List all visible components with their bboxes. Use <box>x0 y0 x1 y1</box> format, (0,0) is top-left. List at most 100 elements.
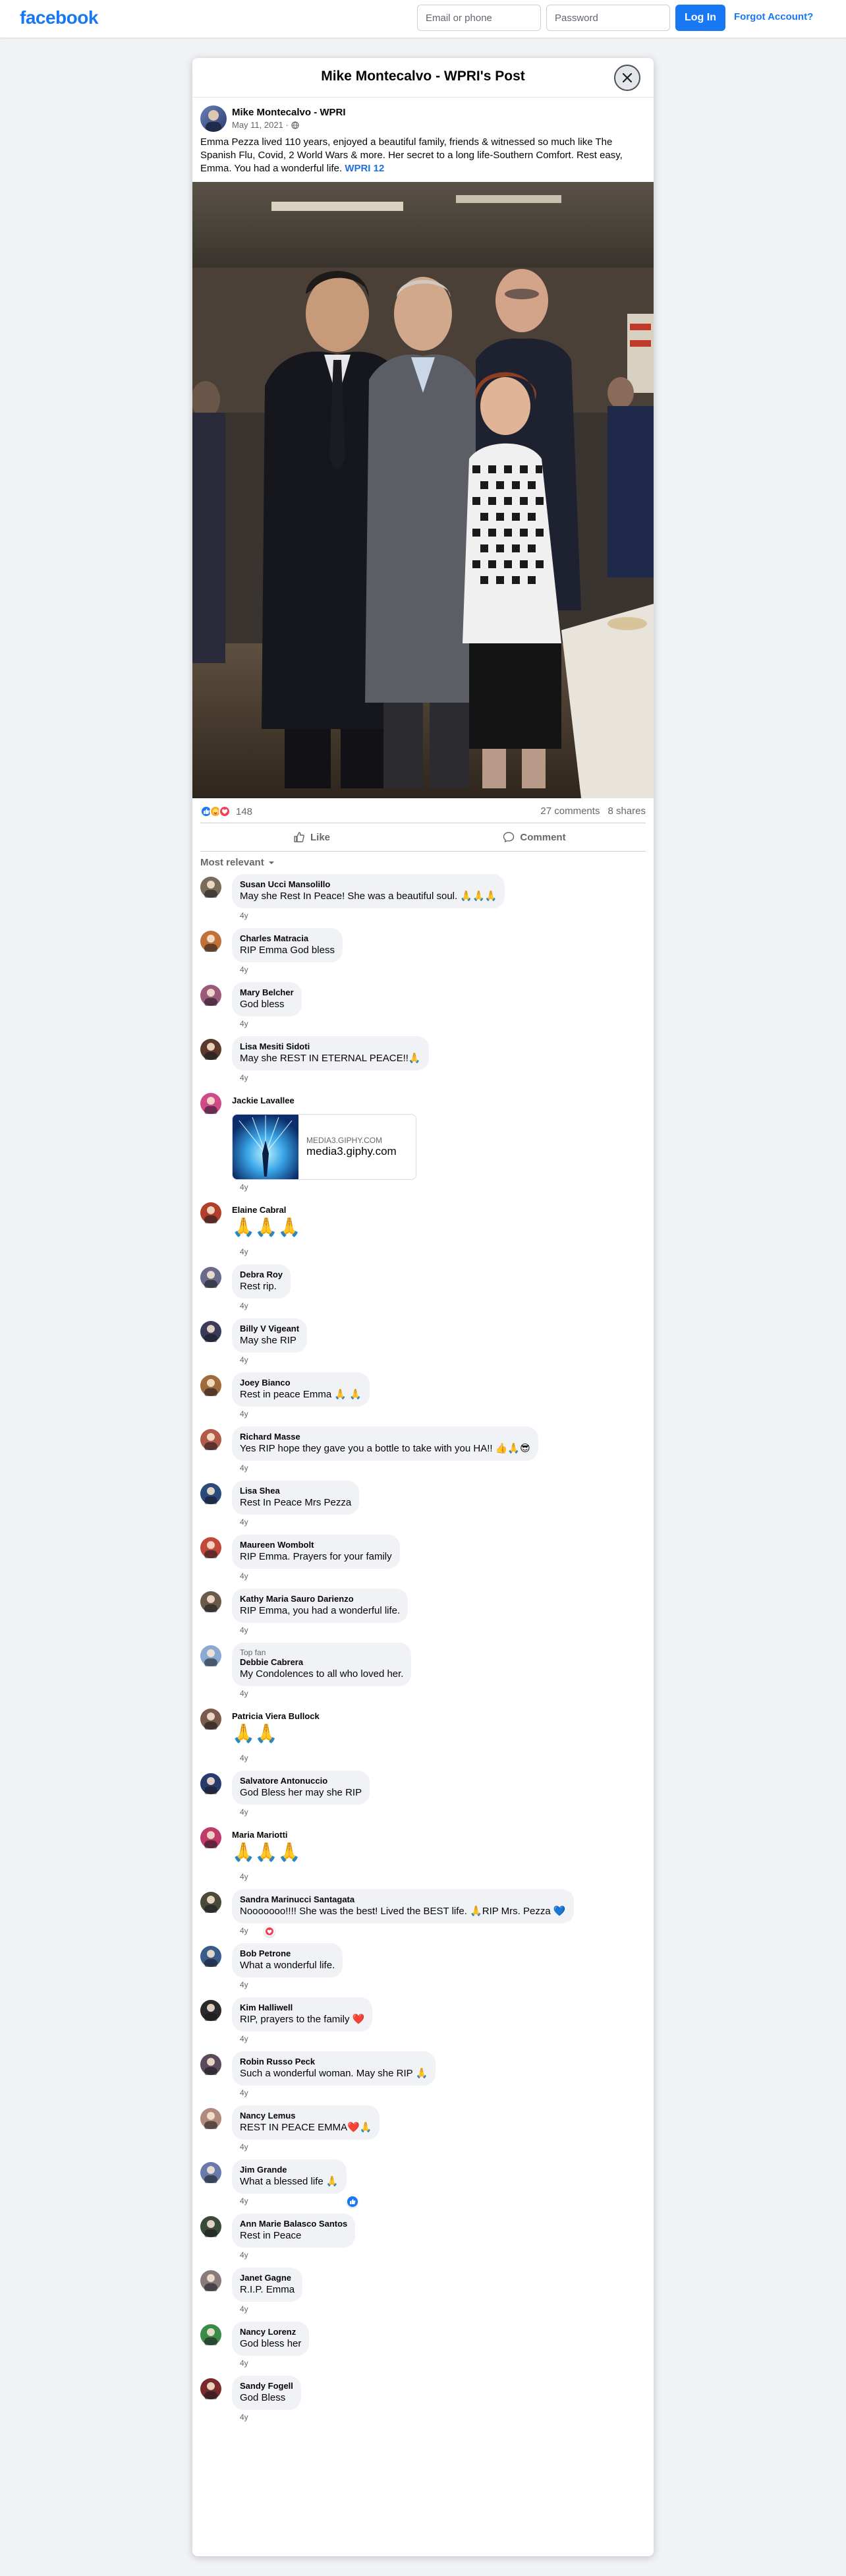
comment-timestamp[interactable]: 4y <box>240 2196 248 2206</box>
comment-timestamp[interactable]: 4y <box>240 1019 248 1028</box>
shares-count[interactable]: 8 shares <box>607 805 646 817</box>
commenter-avatar[interactable] <box>200 1267 221 1289</box>
commenter-avatar[interactable] <box>200 2216 221 2239</box>
commenter-avatar[interactable] <box>200 2054 221 2076</box>
comment-timestamp[interactable]: 4y <box>240 1517 248 1527</box>
like-reaction-icon[interactable] <box>347 2196 358 2207</box>
commenter-name[interactable]: Joey Bianco <box>240 1378 362 1388</box>
commenter-name[interactable]: Robin Russo Peck <box>240 2057 428 2067</box>
commenter-name[interactable]: Patricia Viera Bullock <box>232 1711 320 1722</box>
comment-timestamp[interactable]: 4y <box>240 1807 248 1817</box>
comment-timestamp[interactable]: 4y <box>240 1183 248 1192</box>
comment-timestamp[interactable]: 4y <box>240 911 248 920</box>
commenter-avatar[interactable] <box>200 931 221 953</box>
post-photo[interactable] <box>192 182 654 798</box>
commenter-avatar[interactable] <box>200 1645 221 1668</box>
commenter-name[interactable]: Debbie Cabrera <box>240 1657 403 1668</box>
commenter-avatar[interactable] <box>200 2162 221 2184</box>
comment-timestamp[interactable]: 4y <box>240 2034 248 2043</box>
commenter-name[interactable]: Nancy Lemus <box>240 2111 372 2121</box>
commenter-name[interactable]: Charles Matracia <box>240 933 335 944</box>
commenter-name[interactable]: Jim Grande <box>240 2165 339 2175</box>
commenter-name[interactable]: Elaine Cabral <box>232 1205 301 1215</box>
commenter-name[interactable]: Kathy Maria Sauro Darienzo <box>240 1594 400 1604</box>
commenter-name[interactable]: Jackie Lavallee <box>232 1096 295 1106</box>
commenter-name[interactable]: Maria Mariotti <box>232 1830 301 1840</box>
comment-timestamp[interactable]: 4y <box>240 1872 248 1881</box>
comment-timestamp[interactable]: 4y <box>240 1355 248 1364</box>
commenter-name[interactable]: Nancy Lorenz <box>240 2327 301 2337</box>
comment-timestamp[interactable]: 4y <box>240 1247 248 1256</box>
commenter-avatar[interactable] <box>200 2324 221 2347</box>
comments-count[interactable]: 27 comments <box>540 805 600 817</box>
comment-timestamp[interactable]: 4y <box>240 1625 248 1635</box>
commenter-avatar[interactable] <box>200 1827 221 1850</box>
reactions-summary[interactable]: 148 <box>200 805 252 817</box>
comment-timestamp[interactable]: 4y <box>240 2142 248 2152</box>
facebook-logo[interactable]: facebook <box>20 7 98 28</box>
comment-timestamp[interactable]: 4y <box>240 1571 248 1581</box>
commenter-name[interactable]: Billy V Vigeant <box>240 1324 299 1334</box>
tagged-page-link[interactable]: WPRI 12 <box>345 163 384 174</box>
commenter-avatar[interactable] <box>200 2270 221 2293</box>
giphy-attachment[interactable]: MEDIA3.GIPHY.COM media3.giphy.com <box>232 1114 416 1180</box>
commenter-name[interactable]: Sandra Marinucci Santagata <box>240 1894 566 1905</box>
comment-timestamp[interactable]: 4y <box>240 965 248 974</box>
commenter-avatar[interactable] <box>200 1429 221 1451</box>
close-button[interactable] <box>614 65 640 91</box>
comment-timestamp[interactable]: 4y <box>240 1980 248 1989</box>
comment-timestamp[interactable]: 4y <box>240 1753 248 1763</box>
commenter-avatar[interactable] <box>200 2108 221 2130</box>
commenter-name[interactable]: Richard Masse <box>240 1432 530 1442</box>
commenter-avatar[interactable] <box>200 1537 221 1560</box>
post-author[interactable]: Mike Montecalvo - WPRI <box>232 107 346 118</box>
commenter-name[interactable]: Bob Petrone <box>240 1948 335 1959</box>
commenter-name[interactable]: Ann Marie Balasco Santos <box>240 2219 347 2229</box>
comment-button[interactable]: Comment <box>423 823 646 851</box>
commenter-name[interactable]: Lisa Shea <box>240 1486 351 1496</box>
commenter-avatar[interactable] <box>200 1483 221 1506</box>
commenter-name[interactable]: Kim Halliwell <box>240 2003 364 2013</box>
like-button[interactable]: Like <box>200 823 423 851</box>
author-avatar[interactable] <box>200 105 227 132</box>
commenter-name[interactable]: Salvatore Antonuccio <box>240 1776 362 1786</box>
comment-timestamp[interactable]: 4y <box>240 2088 248 2097</box>
email-field[interactable] <box>417 5 541 31</box>
commenter-name[interactable]: Maureen Wombolt <box>240 1540 392 1550</box>
commenter-name[interactable]: Debra Roy <box>240 1270 283 1280</box>
commenter-name[interactable]: Mary Belcher <box>240 987 294 998</box>
commenter-name[interactable]: Susan Ucci Mansolillo <box>240 879 497 890</box>
commenter-avatar[interactable] <box>200 1321 221 1343</box>
commenter-avatar[interactable] <box>200 1591 221 1614</box>
commenter-avatar[interactable] <box>200 985 221 1007</box>
commenter-name[interactable]: Sandy Fogell <box>240 2381 293 2391</box>
comment-timestamp[interactable]: 4y <box>240 2413 248 2422</box>
commenter-avatar[interactable] <box>200 1202 221 1225</box>
forgot-account-link[interactable]: Forgot Account? <box>734 11 813 22</box>
commenter-avatar[interactable] <box>200 1892 221 1914</box>
commenter-avatar[interactable] <box>200 1093 221 1115</box>
commenter-name[interactable]: Janet Gagne <box>240 2273 295 2283</box>
comment-timestamp[interactable]: 4y <box>240 1073 248 1082</box>
password-field[interactable] <box>546 5 670 31</box>
commenter-avatar[interactable] <box>200 1709 221 1731</box>
comment-timestamp[interactable]: 4y <box>240 1301 248 1310</box>
commenter-avatar[interactable] <box>200 877 221 899</box>
love-reaction-icon[interactable] <box>264 1926 275 1937</box>
commenter-avatar[interactable] <box>200 1773 221 1796</box>
comment-sort-dropdown[interactable]: Most relevant <box>200 857 275 868</box>
commenter-avatar[interactable] <box>200 2000 221 2022</box>
comment-timestamp[interactable]: 4y <box>240 1463 248 1473</box>
commenter-avatar[interactable] <box>200 1375 221 1397</box>
comment-timestamp[interactable]: 4y <box>240 2358 248 2368</box>
comment-timestamp[interactable]: 4y <box>240 2250 248 2260</box>
post-date[interactable]: May 11, 2021 · <box>232 120 289 130</box>
commenter-avatar[interactable] <box>200 1039 221 1061</box>
commenter-avatar[interactable] <box>200 1946 221 1968</box>
login-button[interactable]: Log In <box>675 5 725 31</box>
commenter-name[interactable]: Lisa Mesiti Sidoti <box>240 1041 421 1052</box>
comment-timestamp[interactable]: 4y <box>240 2304 248 2314</box>
comment-timestamp[interactable]: 4y <box>240 1926 248 1935</box>
comment-timestamp[interactable]: 4y <box>240 1409 248 1419</box>
comment-timestamp[interactable]: 4y <box>240 1689 248 1698</box>
